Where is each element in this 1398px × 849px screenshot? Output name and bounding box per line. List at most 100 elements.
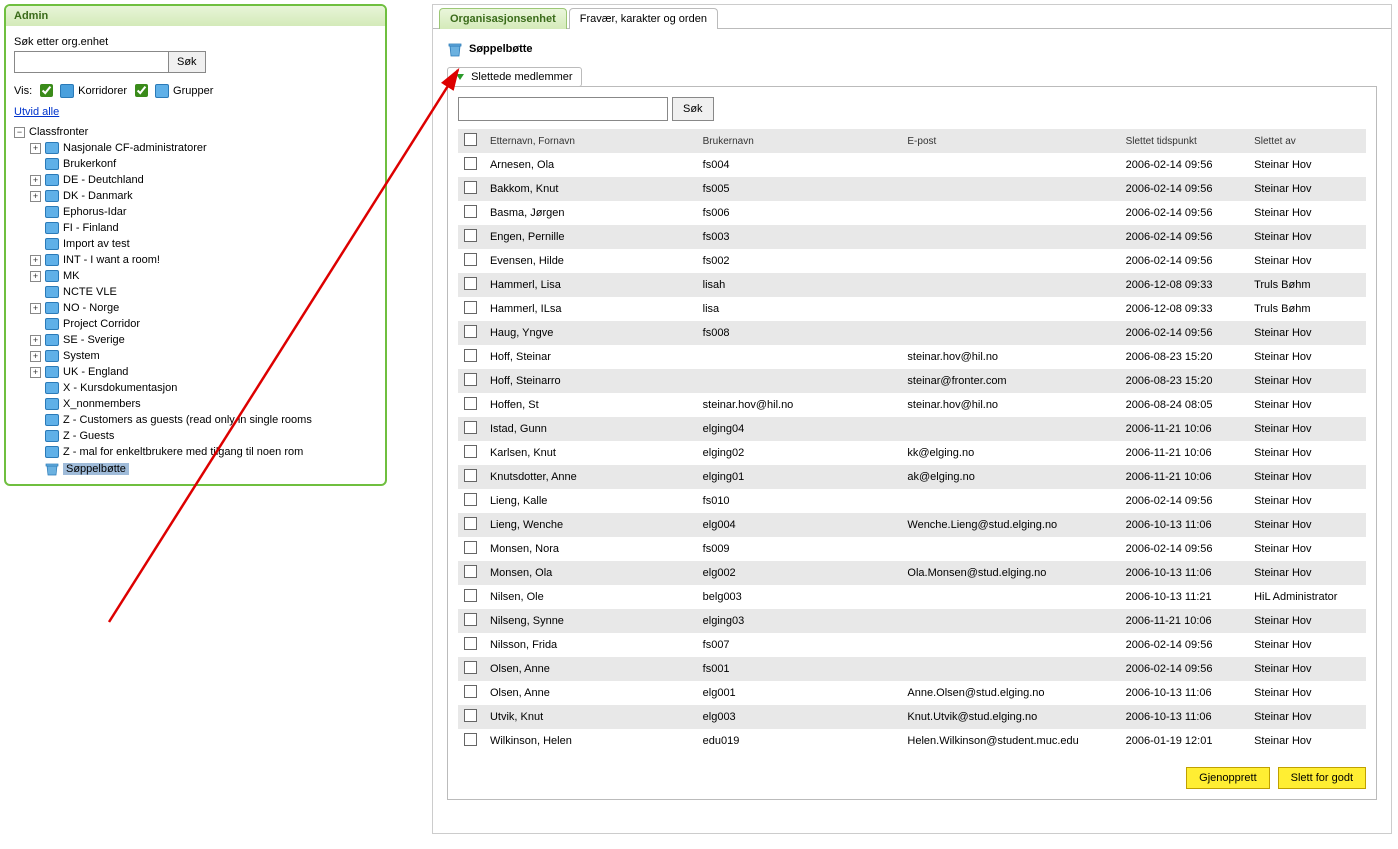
row-checkbox[interactable] xyxy=(464,157,477,170)
col-header-time[interactable]: Slettet tidspunkt xyxy=(1120,129,1248,153)
col-header-email[interactable]: E-post xyxy=(901,129,1119,153)
tree-item-label[interactable]: Import av test xyxy=(63,238,130,250)
tree-row[interactable]: + INT - I want a room! xyxy=(14,252,377,268)
row-checkbox[interactable] xyxy=(464,181,477,194)
tree-item-label[interactable]: Ephorus-Idar xyxy=(63,206,127,218)
col-header-check[interactable] xyxy=(458,129,484,153)
row-checkbox[interactable] xyxy=(464,373,477,386)
tree-row[interactable]: + SE - Sverige xyxy=(14,332,377,348)
tree-row[interactable]: + DE - Deutchland xyxy=(14,172,377,188)
tree-expander[interactable]: + xyxy=(30,143,41,154)
restore-button[interactable]: Gjenopprett xyxy=(1186,767,1269,789)
select-all-checkbox[interactable] xyxy=(464,133,477,146)
expand-all-link[interactable]: Utvid alle xyxy=(14,106,59,118)
groups-checkbox[interactable] xyxy=(135,84,148,97)
tree-item-label[interactable]: NO - Norge xyxy=(63,302,119,314)
row-checkbox[interactable] xyxy=(464,253,477,266)
tree-item-label[interactable]: UK - England xyxy=(63,366,128,378)
row-checkbox[interactable] xyxy=(464,325,477,338)
row-checkbox[interactable] xyxy=(464,613,477,626)
tree-row[interactable]: + UK - England xyxy=(14,364,377,380)
tree-row[interactable]: + DK - Danmark xyxy=(14,188,377,204)
tree-root-row[interactable]: − Classfronter xyxy=(14,124,377,140)
tree-expander[interactable]: + xyxy=(30,367,41,378)
tab-absence[interactable]: Fravær, karakter og orden xyxy=(569,8,718,29)
tree-row[interactable]: Brukerkonf xyxy=(14,156,377,172)
tree-item-label[interactable]: System xyxy=(63,350,100,362)
corridors-checkbox[interactable] xyxy=(40,84,53,97)
table-search-button[interactable]: Søk xyxy=(672,97,714,121)
tree-expander[interactable]: + xyxy=(30,335,41,346)
tree-item-label[interactable]: X_nonmembers xyxy=(63,398,141,410)
tree-item-label[interactable]: Project Corridor xyxy=(63,318,140,330)
tree-row[interactable]: + Nasjonale CF-administratorer xyxy=(14,140,377,156)
tree-row[interactable]: NCTE VLE xyxy=(14,284,377,300)
tree-item-label[interactable]: SE - Sverige xyxy=(63,334,125,346)
row-checkbox[interactable] xyxy=(464,589,477,602)
table-row: Lieng, Wencheelg004Wenche.Lieng@stud.elg… xyxy=(458,513,1366,537)
org-search-input[interactable] xyxy=(14,51,169,73)
cell-user: belg003 xyxy=(697,585,902,609)
tree-expander[interactable]: + xyxy=(30,175,41,186)
row-checkbox[interactable] xyxy=(464,733,477,746)
row-checkbox[interactable] xyxy=(464,517,477,530)
tree-item-label[interactable]: NCTE VLE xyxy=(63,286,117,298)
delete-permanently-button[interactable]: Slett for godt xyxy=(1278,767,1366,789)
tree-row-recycle[interactable]: Søppelbøtte xyxy=(14,460,377,478)
tree-row[interactable]: X_nonmembers xyxy=(14,396,377,412)
row-checkbox[interactable] xyxy=(464,205,477,218)
tree-item-label[interactable]: INT - I want a room! xyxy=(63,254,160,266)
tree-row[interactable]: + NO - Norge xyxy=(14,300,377,316)
row-checkbox[interactable] xyxy=(464,469,477,482)
tree-item-label[interactable]: Brukerkonf xyxy=(63,158,116,170)
row-checkbox[interactable] xyxy=(464,565,477,578)
row-checkbox[interactable] xyxy=(464,685,477,698)
tree-expander[interactable]: + xyxy=(30,255,41,266)
row-checkbox[interactable] xyxy=(464,541,477,554)
row-checkbox[interactable] xyxy=(464,493,477,506)
tree-row[interactable]: FI - Finland xyxy=(14,220,377,236)
tree-item-label[interactable]: Z - mal for enkeltbrukere med tilgang ti… xyxy=(63,446,303,458)
table-search-input[interactable] xyxy=(458,97,668,121)
col-header-user[interactable]: Brukernavn xyxy=(697,129,902,153)
tree-item-label[interactable]: DK - Danmark xyxy=(63,190,133,202)
tree-expander[interactable]: + xyxy=(30,191,41,202)
tree-row[interactable]: X - Kursdokumentasjon xyxy=(14,380,377,396)
tree-item-label[interactable]: Z - Customers as guests (read only in si… xyxy=(63,414,312,426)
tree-expander[interactable]: + xyxy=(30,303,41,314)
tree-expander[interactable]: + xyxy=(30,271,41,282)
tree-row[interactable]: Z - Guests xyxy=(14,428,377,444)
tree-expander[interactable]: + xyxy=(30,351,41,362)
col-header-name[interactable]: Etternavn, Fornavn xyxy=(484,129,697,153)
row-checkbox[interactable] xyxy=(464,349,477,362)
tree-item-label[interactable]: MK xyxy=(63,270,80,282)
tree-row[interactable]: Z - Customers as guests (read only in si… xyxy=(14,412,377,428)
tab-org-unit[interactable]: Organisasjonsenhet xyxy=(439,8,567,29)
row-checkbox[interactable] xyxy=(464,301,477,314)
tree-row[interactable]: Import av test xyxy=(14,236,377,252)
subtab-deleted-members[interactable]: Slettede medlemmer xyxy=(447,67,582,87)
tree-item-label[interactable]: X - Kursdokumentasjon xyxy=(63,382,177,394)
row-checkbox[interactable] xyxy=(464,637,477,650)
row-checkbox[interactable] xyxy=(464,421,477,434)
tree-row[interactable]: + MK xyxy=(14,268,377,284)
tree-recycle-label[interactable]: Søppelbøtte xyxy=(63,463,129,475)
tree-item-label[interactable]: Nasjonale CF-administratorer xyxy=(63,142,207,154)
row-checkbox[interactable] xyxy=(464,229,477,242)
tree-item-label[interactable]: FI - Finland xyxy=(63,222,119,234)
tree-row[interactable]: Z - mal for enkeltbrukere med tilgang ti… xyxy=(14,444,377,460)
tree-row[interactable]: Project Corridor xyxy=(14,316,377,332)
col-header-by[interactable]: Slettet av xyxy=(1248,129,1366,153)
tree-row[interactable]: + System xyxy=(14,348,377,364)
row-checkbox[interactable] xyxy=(464,709,477,722)
tree-root-label[interactable]: Classfronter xyxy=(29,126,88,138)
tree-item-label[interactable]: Z - Guests xyxy=(63,430,114,442)
row-checkbox[interactable] xyxy=(464,397,477,410)
row-checkbox[interactable] xyxy=(464,277,477,290)
row-checkbox[interactable] xyxy=(464,445,477,458)
row-checkbox[interactable] xyxy=(464,661,477,674)
org-search-button[interactable]: Søk xyxy=(168,51,206,73)
tree-item-label[interactable]: DE - Deutchland xyxy=(63,174,144,186)
tree-row[interactable]: Ephorus-Idar xyxy=(14,204,377,220)
tree-expander[interactable]: − xyxy=(14,127,25,138)
